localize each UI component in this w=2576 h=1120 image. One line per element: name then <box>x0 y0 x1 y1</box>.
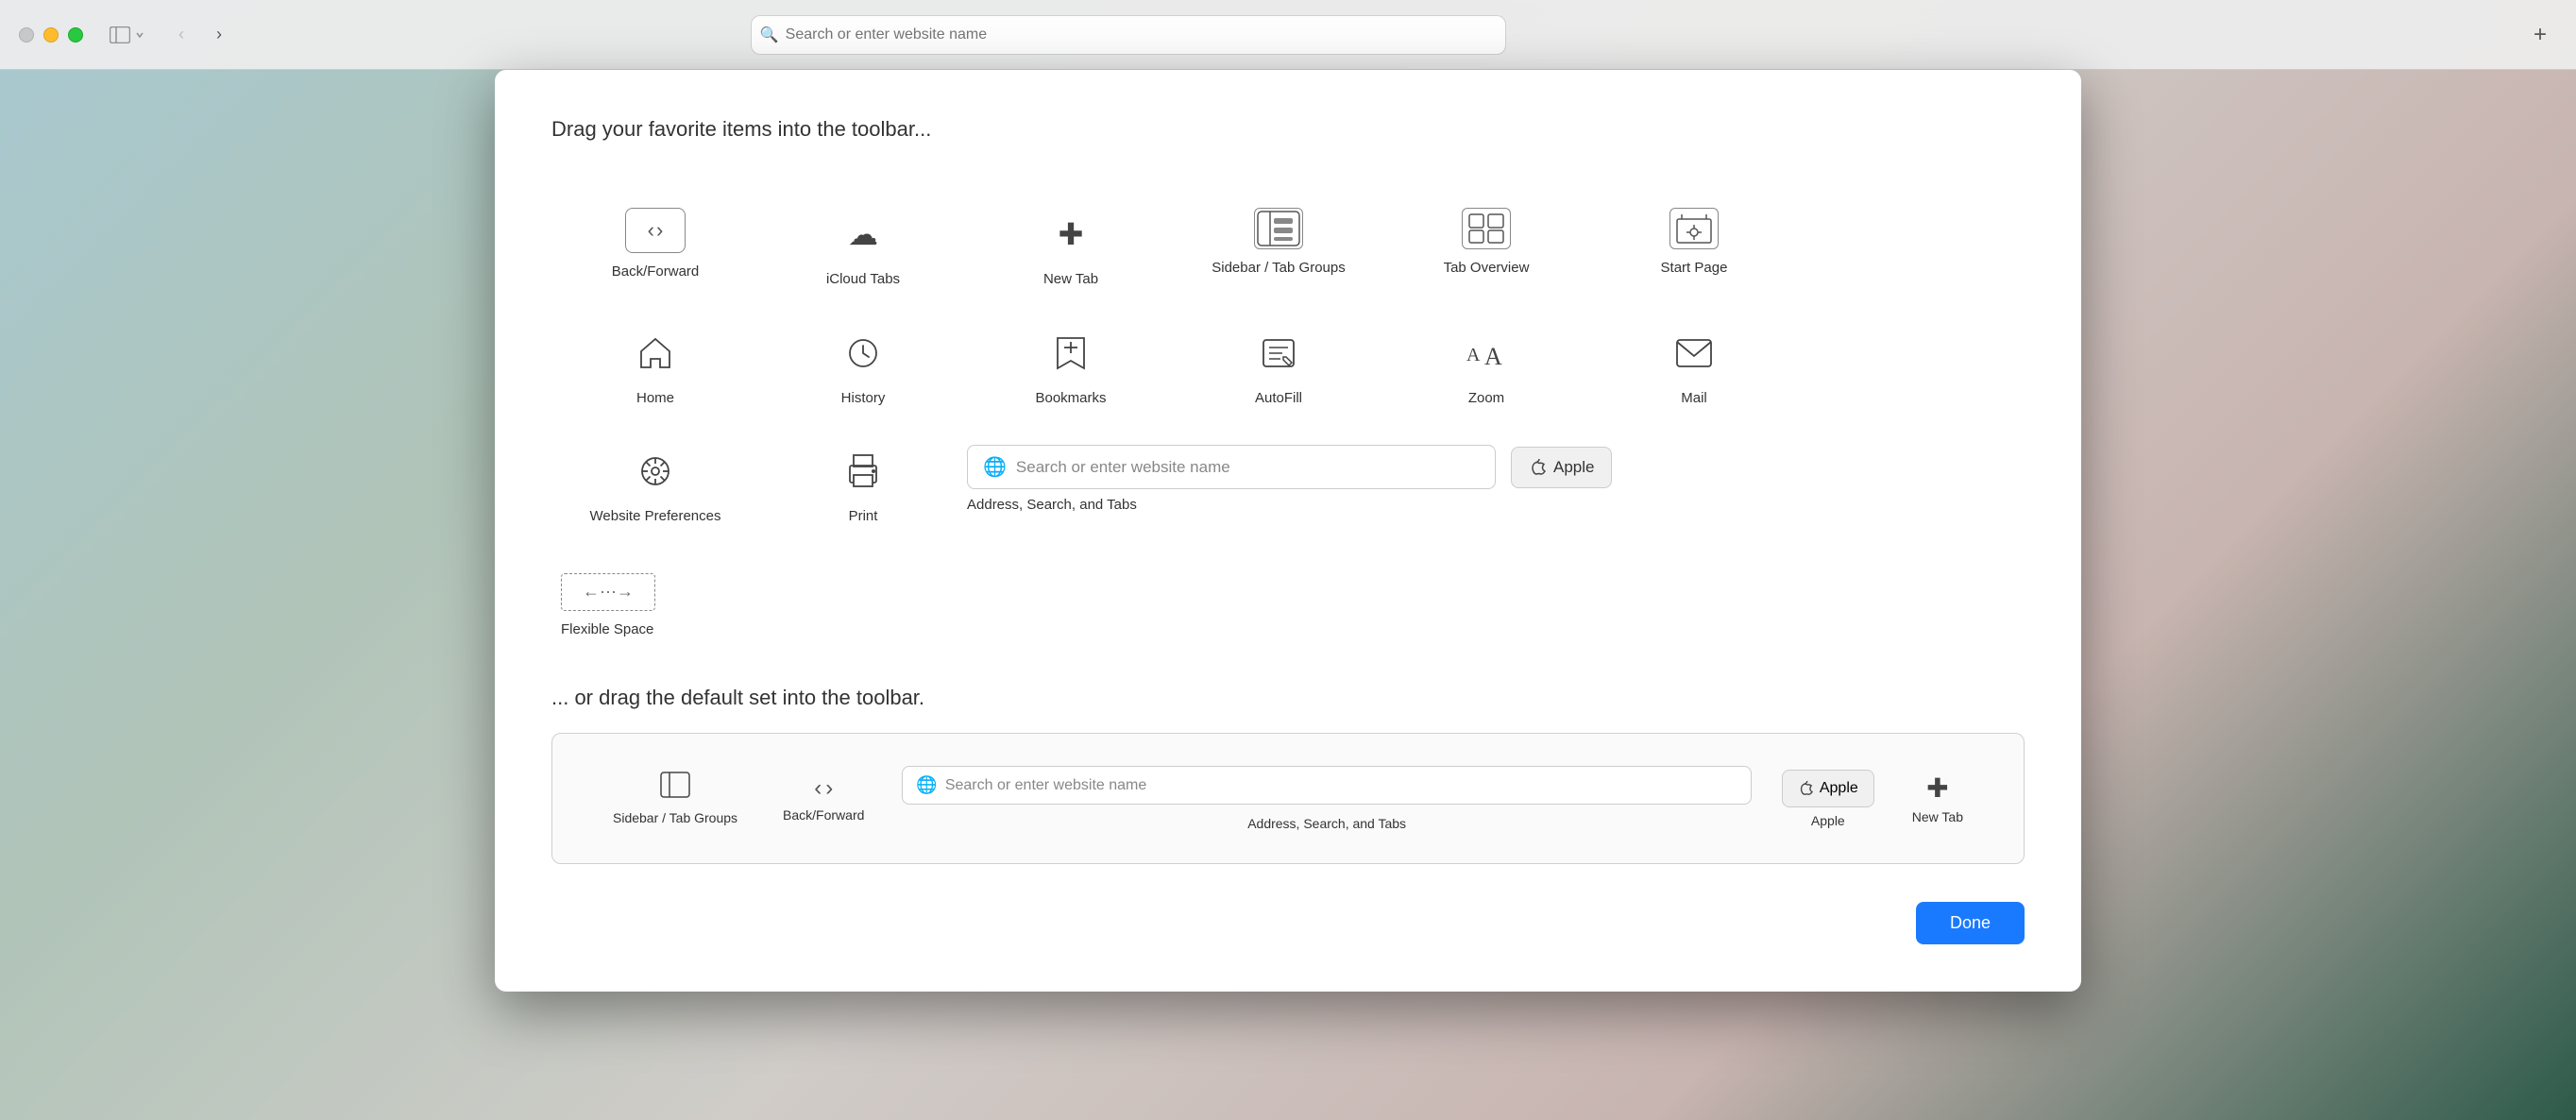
browser-window: ‹ › 🔍 + Drag your favorite items into th… <box>0 0 2576 1120</box>
svg-text:A: A <box>1484 343 1502 370</box>
icloud-icon: ☁ <box>837 208 890 261</box>
default-back-forward-label: Back/Forward <box>783 807 864 823</box>
toolbar-item-autofill[interactable]: AutoFill <box>1175 308 1382 427</box>
default-sidebar-label: Sidebar / Tab Groups <box>613 810 737 825</box>
apple-label: Apple <box>1553 458 1594 477</box>
home-icon <box>629 327 682 380</box>
default-new-tab[interactable]: ✚ New Tab <box>1890 763 1986 834</box>
toolbar-item-zoom[interactable]: A A Zoom <box>1382 308 1590 427</box>
print-icon <box>837 445 890 498</box>
sidebar-tab-groups-label: Sidebar / Tab Groups <box>1212 259 1345 278</box>
toolbar-item-icloud-tabs[interactable]: ☁ iCloud Tabs <box>759 189 967 308</box>
bookmarks-label: Bookmarks <box>1035 389 1106 408</box>
maximize-button[interactable] <box>68 27 83 42</box>
address-bar: 🔍 <box>751 15 1506 55</box>
drag-instruction: Drag your favorite items into the toolba… <box>551 117 2025 142</box>
search-input[interactable] <box>751 15 1506 55</box>
tab-overview-label: Tab Overview <box>1444 259 1530 278</box>
default-new-tab-label: New Tab <box>1912 809 1963 824</box>
start-page-label: Start Page <box>1661 259 1728 278</box>
back-forward-label: Back/Forward <box>612 263 700 281</box>
toolbar-item-website-preferences[interactable]: Website Preferences <box>551 426 759 545</box>
default-sidebar[interactable]: Sidebar / Tab Groups <box>590 762 760 835</box>
default-instruction: ... or drag the default set into the too… <box>551 686 2025 710</box>
address-search-label: Address, Search, and Tabs <box>967 497 1137 513</box>
modal-overlay: Drag your favorite items into the toolba… <box>0 70 2576 1120</box>
default-back-forward[interactable]: ‹ › Back/Forward <box>760 766 887 832</box>
close-button[interactable] <box>19 27 34 42</box>
website-preferences-label: Website Preferences <box>590 507 721 526</box>
address-search-preview[interactable]: 🌐 Search or enter website name <box>967 445 1496 489</box>
traffic-lights <box>19 27 83 42</box>
default-globe-icon: 🌐 <box>916 775 937 795</box>
print-label: Print <box>849 507 878 526</box>
done-row: Done <box>551 902 2025 944</box>
toolbar-item-start-page[interactable]: Start Page <box>1590 189 1798 308</box>
home-label: Home <box>636 389 674 408</box>
nav-buttons: ‹ › <box>164 18 236 52</box>
flexible-space-label: Flexible Space <box>561 620 653 639</box>
new-tab-label: New Tab <box>1043 270 1098 289</box>
mail-label: Mail <box>1681 389 1707 408</box>
forward-button[interactable]: › <box>202 18 236 52</box>
default-address-search[interactable]: 🌐 Search or enter website name Address, … <box>887 756 1766 840</box>
customize-toolbar-modal: Drag your favorite items into the toolba… <box>495 70 2081 992</box>
svg-text:A: A <box>1466 345 1481 365</box>
toolbar-item-flexible-space[interactable]: ←···→ Flexible Space <box>551 554 740 658</box>
toolbar-item-print[interactable]: Print <box>759 426 967 545</box>
toolbar-item-home[interactable]: Home <box>551 308 759 427</box>
add-tab-button[interactable]: + <box>2523 18 2557 52</box>
default-apple-btn[interactable]: Apple Apple <box>1767 760 1890 838</box>
website-preferences-icon <box>629 445 682 498</box>
sidebar-toggle[interactable] <box>102 21 153 49</box>
tab-overview-icon <box>1462 208 1511 249</box>
new-tab-icon: ✚ <box>1044 208 1097 261</box>
search-icon: 🔍 <box>760 25 779 44</box>
toolbar-item-back-forward[interactable]: ‹ › Back/Forward <box>551 189 759 308</box>
toolbar-item-mail[interactable]: Mail <box>1590 308 1798 427</box>
toolbar-item-sidebar[interactable]: Sidebar / Tab Groups <box>1175 189 1382 308</box>
mail-icon <box>1668 327 1720 380</box>
default-sidebar-icon <box>660 772 690 805</box>
history-label: History <box>841 389 886 408</box>
default-set[interactable]: Sidebar / Tab Groups ‹ › Back/Forward 🌐 … <box>551 733 2025 864</box>
minimize-button[interactable] <box>43 27 59 42</box>
toolbar-item-new-tab[interactable]: ✚ New Tab <box>967 189 1175 308</box>
toolbar-item-history[interactable]: History <box>759 308 967 427</box>
globe-icon: 🌐 <box>983 455 1007 479</box>
default-new-tab-icon: ✚ <box>1926 772 1948 804</box>
address-search-placeholder: Search or enter website name <box>1016 458 1230 477</box>
toolbar-item-bookmarks[interactable]: Bookmarks <box>967 308 1175 427</box>
default-address-search-label: Address, Search, and Tabs <box>1247 816 1406 831</box>
default-search-placeholder: Search or enter website name <box>945 777 1146 794</box>
history-icon <box>837 327 890 380</box>
zoom-icon: A A <box>1460 327 1513 380</box>
bookmarks-icon <box>1044 327 1097 380</box>
icloud-tabs-label: iCloud Tabs <box>826 270 900 289</box>
toolbar-item-tab-overview[interactable]: Tab Overview <box>1382 189 1590 308</box>
apple-button-preview[interactable]: Apple <box>1511 447 1612 488</box>
done-button[interactable]: Done <box>1916 902 2025 944</box>
autofill-label: AutoFill <box>1255 389 1302 408</box>
flexible-space-icon: ←···→ <box>561 573 655 611</box>
autofill-icon <box>1252 327 1305 380</box>
back-button[interactable]: ‹ <box>164 18 198 52</box>
back-forward-icon: ‹ › <box>625 208 686 253</box>
default-apple-label: Apple <box>1820 780 1858 797</box>
start-page-icon <box>1669 208 1719 249</box>
zoom-label: Zoom <box>1468 389 1504 408</box>
titlebar: ‹ › 🔍 + <box>0 0 2576 70</box>
default-back-forward-icon: ‹ › <box>814 775 833 802</box>
default-apple-inner: Apple <box>1782 770 1874 807</box>
sidebar-icon <box>1254 208 1303 249</box>
default-apple-item-label: Apple <box>1811 813 1845 828</box>
